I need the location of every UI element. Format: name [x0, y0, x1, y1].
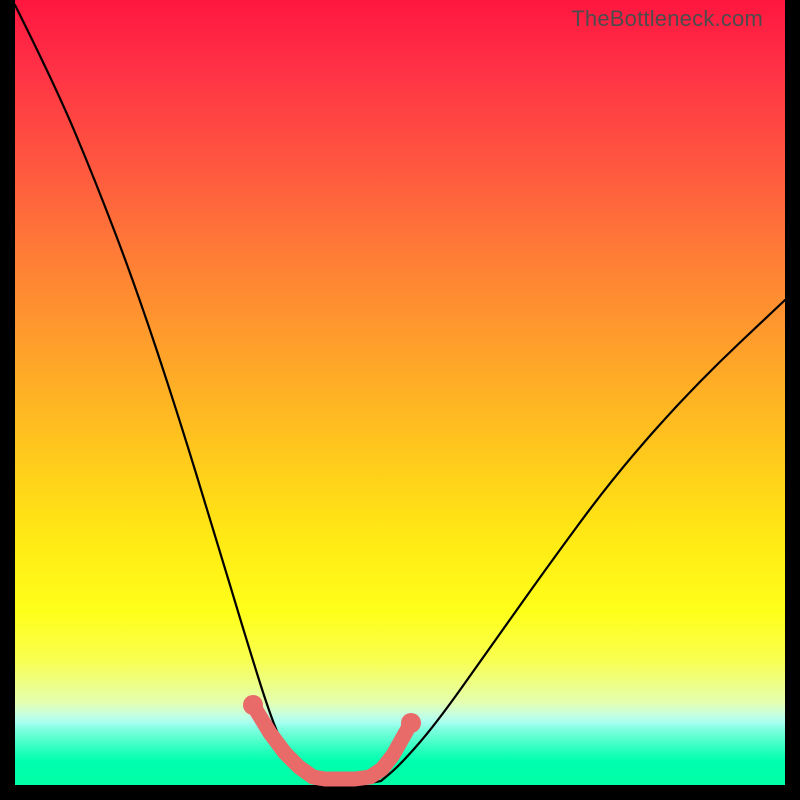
- valley-highlight: [243, 695, 421, 779]
- curve-layer: [15, 0, 785, 785]
- chart-frame: TheBottleneck.com: [0, 0, 800, 800]
- highlight-cap-right: [401, 713, 421, 733]
- bottleneck-curve: [15, 5, 785, 784]
- valley-highlight-line: [253, 705, 411, 779]
- plot-area: TheBottleneck.com: [15, 0, 785, 785]
- highlight-cap-left: [243, 695, 263, 715]
